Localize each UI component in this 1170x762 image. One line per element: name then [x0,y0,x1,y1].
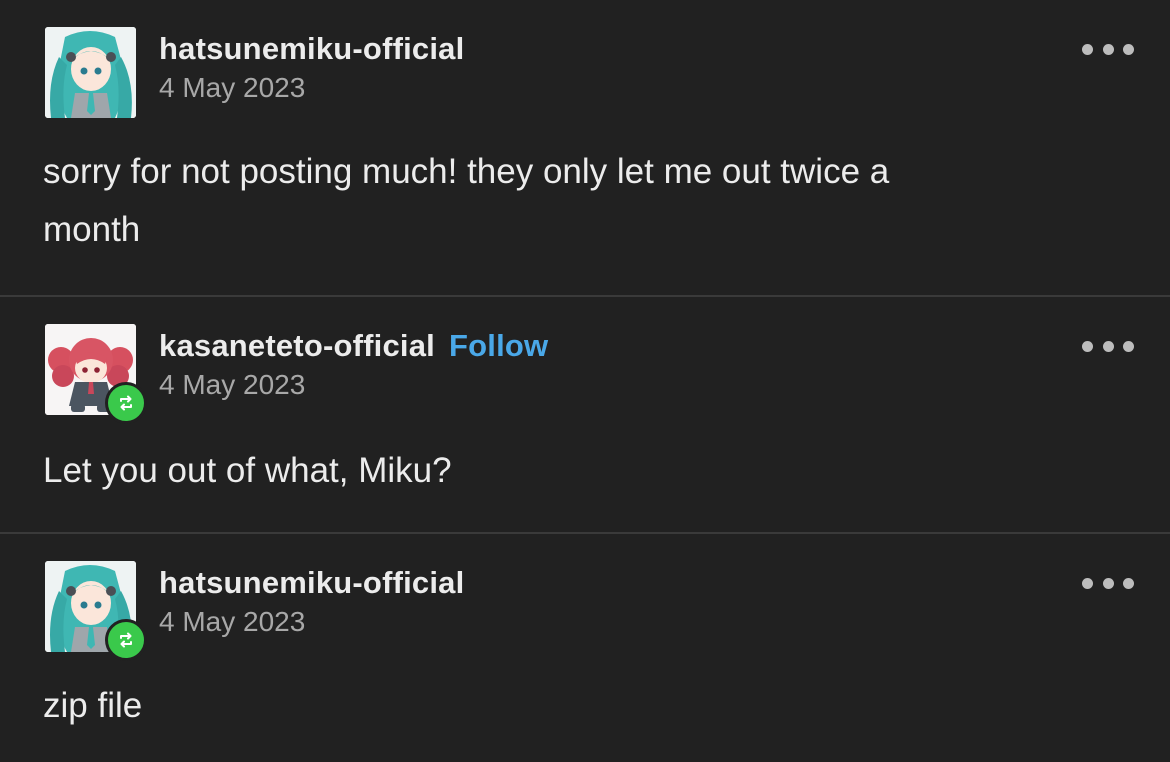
more-options-icon [1102,577,1114,589]
more-options-icon [1123,577,1134,589]
more-options-button[interactable] [1082,570,1134,596]
follow-button[interactable]: Follow [449,328,548,363]
post-reblog: kasaneteto-official Follow 4 May 2023 Let… [0,297,1170,534]
more-options-icon [1082,577,1093,589]
more-options-icon [1123,340,1134,352]
post-username: hatsunemiku-official [159,565,464,601]
username-text[interactable]: kasaneteto-official [159,328,435,363]
more-options-icon [1102,43,1114,55]
more-options-icon [1082,43,1093,55]
reblog-icon [120,632,132,648]
post-username[interactable]: hatsunemiku-official [159,31,464,67]
post-username: kasaneteto-official Follow [159,328,548,364]
post-body-line: sorry for not posting much! they only le… [43,152,890,191]
post-date: 4 May 2023 [159,72,306,103]
more-options-button[interactable] [1082,333,1134,359]
post-body: sorry for not posting much! they only le… [43,143,1093,259]
post-date: 4 May 2023 [159,606,306,637]
username-text[interactable]: hatsunemiku-official [159,565,464,600]
more-options-icon [1123,43,1134,55]
reblog-thread: hatsunemiku-official 4 May 2023 sorry fo… [0,0,1170,762]
miku-avatar-icon [45,27,136,118]
post-original: hatsunemiku-official 4 May 2023 sorry fo… [0,0,1170,297]
more-options-button[interactable] [1082,36,1134,62]
post-body-line: zip file [43,686,143,725]
more-options-icon [1082,340,1093,352]
post-reblog: hatsunemiku-official 4 May 2023 zip file [0,534,1170,762]
post-date: 4 May 2023 [159,369,306,400]
avatar-hatsunemiku[interactable] [45,27,136,118]
post-body-line: Let you out of what, Miku? [43,451,452,490]
post-body: zip file [43,677,1093,735]
post-body: Let you out of what, Miku? [43,442,1093,500]
reblog-icon [120,395,132,411]
more-options-icon [1102,340,1114,352]
reblog-badge [105,382,147,424]
post-body-line: month [43,210,141,249]
username-text[interactable]: hatsunemiku-official [159,31,464,66]
reblog-badge [105,619,147,661]
